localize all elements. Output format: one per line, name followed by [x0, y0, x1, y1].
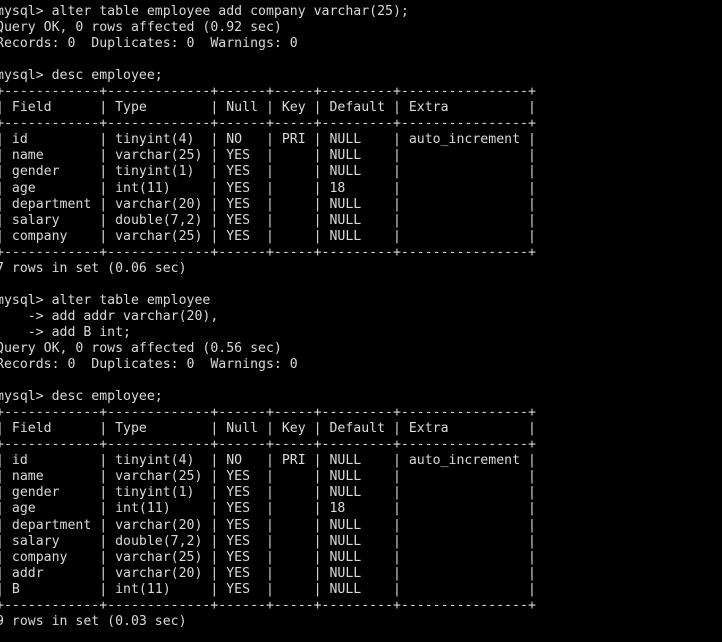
table1-border-bottom: +------------+-------------+------+-----…	[0, 244, 536, 260]
command-add-addr: -> add addr varchar(20),	[0, 308, 219, 324]
result-rows-in-set-1: 7 rows in set (0.06 sec)	[0, 260, 187, 276]
table2-border-top: +------------+-------------+------+-----…	[0, 405, 536, 421]
result-records-1: Records: 0 Duplicates: 0 Warnings: 0	[0, 36, 298, 52]
result-records-2: Records: 0 Duplicates: 0 Warnings: 0	[0, 357, 298, 373]
table1-row-id: | id | tinyint(4) | NO | PRI | NULL | au…	[0, 132, 536, 148]
command-add-b: -> add B int;	[0, 324, 131, 340]
table1-row-gender: | gender | tinyint(1) | YES | | NULL | |	[0, 164, 536, 180]
table1-header-row: | Field | Type | Null | Key | Default | …	[0, 100, 536, 116]
table2-row-addr: | addr | varchar(20) | YES | | NULL | |	[0, 565, 536, 581]
table2-border-header: +------------+-------------+------+-----…	[0, 437, 536, 453]
table1-row-company: | company | varchar(25) | YES | | NULL |…	[0, 228, 536, 244]
terminal-screen[interactable]: mysql> alter table employee add company …	[0, 0, 722, 642]
table2-row-company: | company | varchar(25) | YES | | NULL |…	[0, 549, 536, 565]
table1-row-salary: | salary | double(7,2) | YES | | NULL | …	[0, 212, 536, 228]
table2-row-id: | id | tinyint(4) | NO | PRI | NULL | au…	[0, 453, 536, 469]
table2-border-bottom: +------------+-------------+------+-----…	[0, 597, 536, 613]
table2-row-salary: | salary | double(7,2) | YES | | NULL | …	[0, 533, 536, 549]
table2-row-department: | department | varchar(20) | YES | | NUL…	[0, 517, 536, 533]
table1-row-department: | department | varchar(20) | YES | | NUL…	[0, 196, 536, 212]
command-desc-employee-2: mysql> desc employee;	[0, 389, 163, 405]
result-query-ok-2: Query OK, 0 rows affected (0.56 sec)	[0, 340, 282, 356]
table2-row-gender: | gender | tinyint(1) | YES | | NULL | |	[0, 485, 536, 501]
table2-row-b: | B | int(11) | YES | | NULL | |	[0, 581, 536, 597]
table2-header-row: | Field | Type | Null | Key | Default | …	[0, 421, 536, 437]
command-alter-employee-2: mysql> alter table employee	[0, 292, 211, 308]
result-rows-in-set-2: 9 rows in set (0.03 sec)	[0, 613, 187, 629]
table1-row-name: | name | varchar(25) | YES | | NULL | |	[0, 148, 536, 164]
table1-border-top: +------------+-------------+------+-----…	[0, 84, 536, 100]
table2-row-name: | name | varchar(25) | YES | | NULL | |	[0, 469, 536, 485]
command-desc-employee-1: mysql> desc employee;	[0, 68, 163, 84]
table1-row-age: | age | int(11) | YES | | 18 | |	[0, 180, 536, 196]
command-alter-add-company: mysql> alter table employee add company …	[0, 4, 409, 19]
table1-border-header: +------------+-------------+------+-----…	[0, 116, 536, 132]
result-query-ok-1: Query OK, 0 rows affected (0.92 sec)	[0, 20, 282, 36]
table2-row-age: | age | int(11) | YES | | 18 | |	[0, 501, 536, 517]
